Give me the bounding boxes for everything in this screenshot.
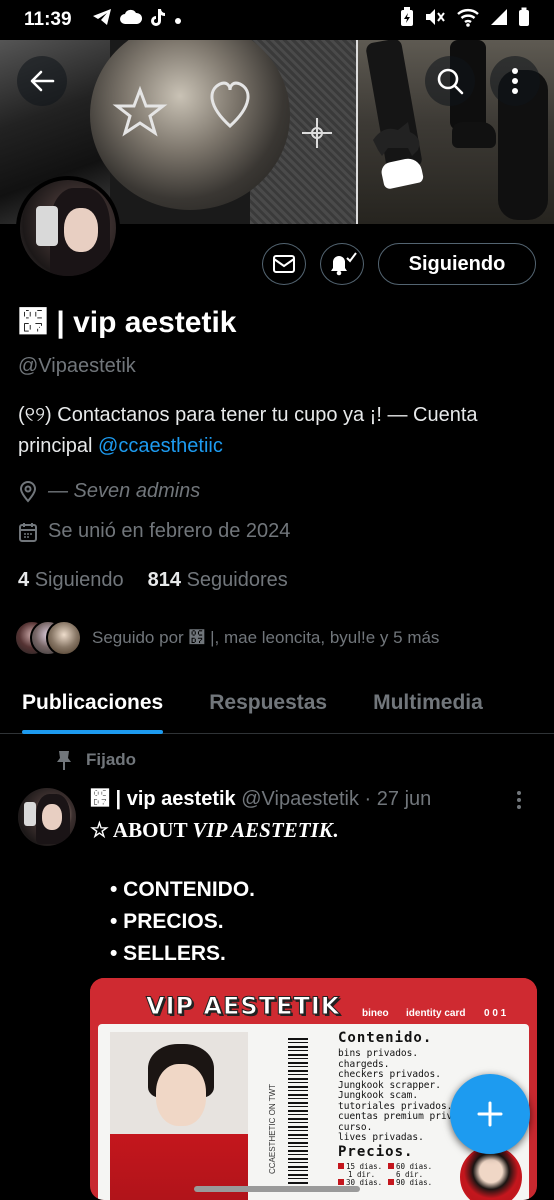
dot-icon [174, 9, 182, 31]
bell-check-icon [331, 252, 357, 276]
telegram-icon [92, 8, 112, 32]
sparkle-decoration-icon [302, 118, 332, 148]
tab-publicaciones[interactable]: Publicaciones [22, 672, 164, 734]
envelope-icon [273, 255, 295, 273]
tab-multimedia[interactable]: Multimedia [373, 672, 483, 734]
profile-display-name: ೗ | vip aestetik [18, 306, 237, 339]
tiktok-icon [150, 8, 166, 32]
search-icon [437, 68, 464, 95]
card-precios-heading: Precios. [338, 1144, 414, 1160]
profile-avatar[interactable] [16, 176, 120, 280]
card-contenido-heading: Contenido. [338, 1030, 433, 1046]
card-price-item: 90 dias. [388, 1178, 432, 1187]
followed-by-row[interactable]: Seguido por ೗ |, mae leoncita, byul!e y … [14, 620, 439, 656]
profile-tabs: Publicaciones Respuestas Multimedia [0, 672, 554, 734]
message-button[interactable] [262, 243, 306, 285]
card-tag: 0 0 1 [484, 1008, 507, 1019]
location-pin-icon [19, 480, 37, 503]
card-tag: identity card [406, 1008, 466, 1019]
profile-bio: (୧୨) Contactanos para tener tu cupo ya ¡… [18, 400, 538, 462]
cloud-icon [119, 9, 142, 31]
profile-location: — Seven admins [18, 480, 200, 503]
card-barcode [288, 1038, 308, 1188]
card-tag: bineo [362, 1008, 389, 1019]
following-count-link[interactable]: 4 Siguiendo [18, 569, 124, 592]
compose-post-button[interactable] [450, 1074, 530, 1154]
bio-text: (୧୨) Contactanos para tener tu cupo ya ¡… [18, 404, 478, 457]
followed-by-text: Seguido por ೗ |, mae leoncita, byul!e y … [92, 628, 440, 647]
post-author-meta: @Vipaestetik · 27 jun [241, 788, 432, 810]
arrow-left-icon [30, 70, 55, 92]
card-photo [110, 1032, 248, 1200]
notifications-button[interactable] [320, 243, 364, 285]
wifi-icon [456, 7, 480, 33]
battery-saver-icon [400, 7, 414, 33]
more-options-button[interactable] [490, 56, 540, 106]
followers-count-link[interactable]: 814 Seguidores [148, 569, 288, 592]
location-text: — Seven admins [48, 480, 201, 502]
post-bullet-list: • CONTENIDO. • PRECIOS. • SELLERS. [110, 874, 255, 970]
post-bullet-item: • CONTENIDO. [110, 878, 256, 901]
more-vertical-icon [517, 791, 521, 809]
status-time: 11:39 [24, 9, 72, 30]
card-title: VIP AESTETIK [145, 992, 341, 1021]
plus-icon [477, 1101, 503, 1127]
pinned-label: Fijado [86, 750, 137, 769]
card-small-photo [460, 1146, 522, 1200]
tab-respuestas[interactable]: Respuestas [209, 672, 327, 734]
banner-bag-image [90, 40, 290, 210]
pinned-indicator: Fijado [56, 749, 136, 771]
profile-handle: @Vipaestetik [18, 355, 136, 377]
calendar-icon [19, 522, 37, 542]
profile-stats: 4 Siguiendo 814 Seguidores [18, 569, 288, 592]
post-first-line: ☆ ABOUT VIP AESTETIK. [90, 818, 338, 842]
follower-avatar [46, 620, 82, 656]
mute-icon [424, 7, 446, 33]
followed-by-avatars [14, 620, 82, 656]
following-button[interactable]: Siguiendo [378, 243, 536, 285]
home-indicator[interactable] [194, 1186, 360, 1192]
card-barcode-text: CCAESTHETIC ON TWT [268, 1083, 277, 1174]
post-more-button[interactable] [516, 790, 522, 815]
battery-icon [518, 7, 530, 33]
post-bullet-item: • SELLERS. [110, 942, 226, 965]
post-author-name[interactable]: ೗ | vip aestetik [90, 788, 236, 810]
post-bullet-item: • PRECIOS. [110, 910, 224, 933]
more-vertical-icon [512, 68, 518, 94]
back-button[interactable] [17, 56, 67, 106]
signal-icon [490, 8, 508, 32]
joined-text: Se unió en febrero de 2024 [48, 520, 291, 542]
search-button[interactable] [425, 56, 475, 106]
post-author-avatar[interactable] [18, 788, 76, 846]
bio-mention-link[interactable]: @ccaesthetiic [98, 435, 223, 457]
status-bar: 11:39 [0, 0, 554, 40]
pin-icon [57, 751, 71, 770]
profile-joined-date: Se unió en febrero de 2024 [18, 520, 290, 543]
post-header: ೗ | vip aestetik @Vipaestetik · 27 jun [90, 787, 431, 811]
